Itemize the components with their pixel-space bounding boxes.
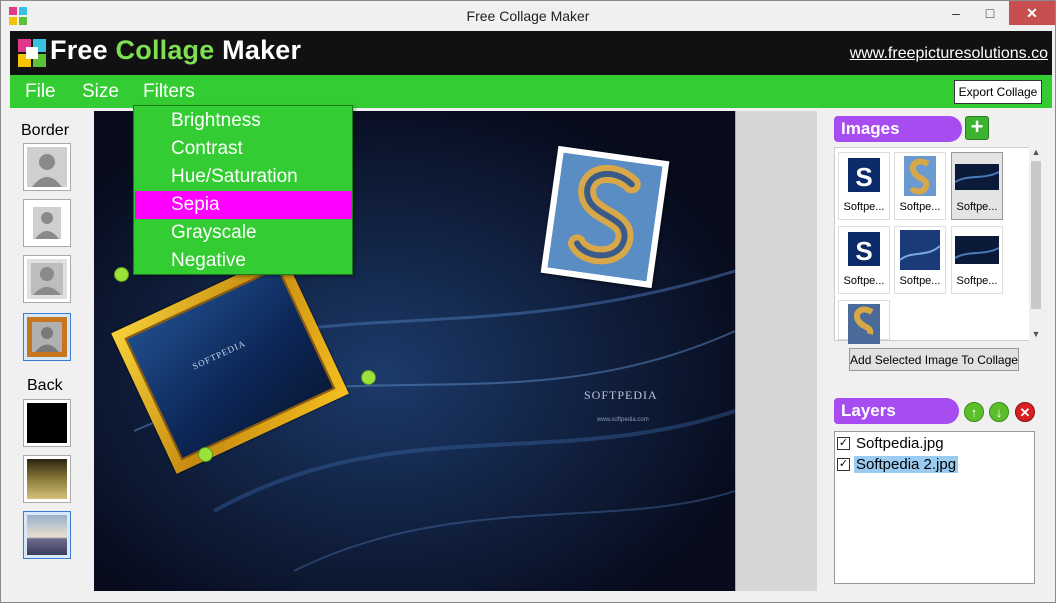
add-selected-image-button[interactable]: Add Selected Image To Collage xyxy=(849,348,1019,371)
framed-image-label: SOFTPEDIA xyxy=(190,338,248,372)
image-tile[interactable] xyxy=(838,300,890,344)
maximize-button[interactable]: □ xyxy=(973,1,1007,25)
move-layer-down-icon[interactable]: ↓ xyxy=(989,402,1009,422)
menu-file[interactable]: File xyxy=(25,81,56,103)
image-caption: Softpe... xyxy=(956,275,998,287)
s-logo-image xyxy=(547,152,663,282)
canvas-watermark-url: www.softpedia.com xyxy=(597,417,649,423)
layers-heading: Layers xyxy=(834,398,959,424)
person-silhouette-icon xyxy=(27,259,67,299)
image-tile[interactable]: Softpe... xyxy=(894,152,946,220)
brand-free: Free xyxy=(50,35,116,65)
brand-collage: Collage xyxy=(115,35,215,65)
image-caption: Softpe... xyxy=(956,201,998,213)
gold-frame-icon xyxy=(27,317,67,357)
filter-grayscale[interactable]: Grayscale xyxy=(135,219,352,247)
gold-gradient-swatch xyxy=(27,459,67,499)
images-scrollbar[interactable]: ▲ ▼ xyxy=(1029,147,1043,341)
border-thumb-2[interactable] xyxy=(23,199,71,247)
s-image-layer[interactable] xyxy=(540,145,670,289)
s-logo-thumbnail: S xyxy=(848,232,880,266)
delete-layer-icon[interactable]: ✕ xyxy=(1015,402,1035,422)
s-logo-thumbnail: S xyxy=(848,158,880,192)
filter-sepia[interactable]: Sepia xyxy=(135,191,352,219)
scroll-thumb[interactable] xyxy=(1031,161,1041,309)
layers-list: ✓ Softpedia.jpg ✓ Softpedia 2.jpg xyxy=(834,431,1035,584)
resize-handle-top-left[interactable] xyxy=(114,267,129,282)
layer-checkbox[interactable]: ✓ xyxy=(837,457,850,471)
scroll-up-icon[interactable]: ▲ xyxy=(1029,147,1043,159)
image-tile-selected[interactable]: Softpe... xyxy=(951,152,1003,220)
border-label: Border xyxy=(21,122,70,139)
s-art-thumbnail xyxy=(848,304,880,344)
menu-size[interactable]: Size xyxy=(82,81,119,103)
layer-name[interactable]: Softpedia 2.jpg xyxy=(854,455,959,473)
resize-handle-bottom[interactable] xyxy=(198,447,213,462)
svg-text:S: S xyxy=(855,236,872,266)
minimize-button[interactable]: – xyxy=(939,1,973,25)
image-caption: Softpe... xyxy=(843,275,885,287)
border-thumb-1[interactable] xyxy=(23,143,71,191)
filters-dropdown: Brightness Contrast Hue/Saturation Sepia… xyxy=(133,105,353,275)
person-silhouette-icon xyxy=(27,147,67,187)
image-tile[interactable]: Softpe... xyxy=(894,226,946,294)
image-caption: Softpe... xyxy=(899,275,941,287)
filter-negative[interactable]: Negative xyxy=(135,247,352,275)
image-caption: Softpe... xyxy=(843,201,885,213)
add-image-icon[interactable]: + xyxy=(965,116,989,140)
export-collage-button[interactable]: Export Collage xyxy=(954,80,1042,104)
logo-icon xyxy=(18,39,46,67)
blue-wallpaper-thumbnail xyxy=(899,230,941,270)
layer-name[interactable]: Softpedia.jpg xyxy=(854,435,946,452)
back-label: Back xyxy=(27,377,63,394)
blue-wallpaper-thumbnail xyxy=(955,164,999,190)
filter-hue-saturation[interactable]: Hue/Saturation xyxy=(135,163,352,191)
background-thumb-1[interactable] xyxy=(23,399,71,447)
svg-text:S: S xyxy=(855,162,872,192)
image-tile[interactable]: S Softpe... xyxy=(838,226,890,294)
canvas-margin xyxy=(735,111,817,591)
resize-handle-right[interactable] xyxy=(361,370,376,385)
image-tile[interactable]: Softpe... xyxy=(951,226,1003,294)
title-bar: Free Collage Maker – □ ✕ xyxy=(1,1,1055,31)
scroll-down-icon[interactable]: ▼ xyxy=(1029,329,1043,341)
header-banner: Free Collage Maker www.freepicturesoluti… xyxy=(10,31,1052,75)
app-window: Free Collage Maker – □ ✕ Free Collage Ma… xyxy=(0,0,1056,603)
window-title: Free Collage Maker xyxy=(466,8,590,24)
move-layer-up-icon[interactable]: ↑ xyxy=(964,402,984,422)
border-thumb-4[interactable] xyxy=(23,313,71,361)
layer-checkbox[interactable]: ✓ xyxy=(837,436,850,450)
image-caption: Softpe... xyxy=(899,201,941,213)
clouds-swatch xyxy=(27,515,67,555)
black-swatch xyxy=(27,403,67,443)
person-silhouette-icon xyxy=(27,203,67,243)
menu-bar: File Size Filters Export Collage xyxy=(10,75,1052,108)
background-thumb-3[interactable] xyxy=(23,511,71,559)
border-thumb-3[interactable] xyxy=(23,255,71,303)
images-list: S Softpe... Softpe... Softpe... S Softpe… xyxy=(834,147,1043,344)
close-button[interactable]: ✕ xyxy=(1009,1,1055,25)
filter-contrast[interactable]: Contrast xyxy=(135,135,352,163)
brand-maker: Maker xyxy=(214,35,302,65)
website-link[interactable]: www.freepicturesolutions.co xyxy=(850,45,1048,63)
brand-title: Free Collage Maker xyxy=(50,35,301,66)
canvas-watermark: SOFTPEDIA xyxy=(584,388,658,402)
layer-row[interactable]: ✓ Softpedia.jpg xyxy=(837,433,946,453)
filter-brightness[interactable]: Brightness xyxy=(135,107,352,135)
images-heading: Images xyxy=(834,116,962,142)
s-art-thumbnail xyxy=(904,156,936,196)
background-thumb-2[interactable] xyxy=(23,455,71,503)
menu-filters[interactable]: Filters xyxy=(143,81,195,103)
layer-row-selected[interactable]: ✓ Softpedia 2.jpg xyxy=(837,454,959,474)
image-tile[interactable]: S Softpe... xyxy=(838,152,890,220)
blue-wallpaper-thumbnail xyxy=(955,236,999,264)
